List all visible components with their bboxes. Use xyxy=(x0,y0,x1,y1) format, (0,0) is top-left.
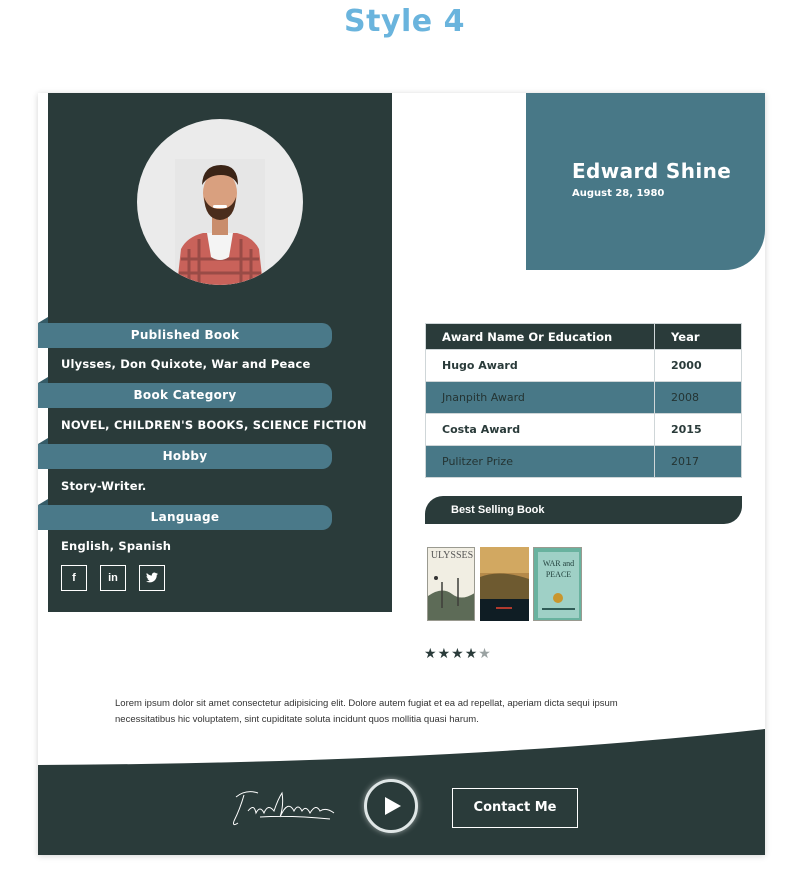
award-name: Hugo Award xyxy=(425,349,655,382)
signature xyxy=(233,791,335,826)
award-name: Costa Award xyxy=(425,413,655,446)
table-row: Pulitzer Prize 2017 xyxy=(425,445,742,478)
twitter-icon xyxy=(146,572,158,586)
name-header: Edward Shine August 28, 1980 xyxy=(526,93,765,270)
left-panel: Published Book Ulysses, Don Quixote, War… xyxy=(38,93,392,612)
page-title: Style 4 xyxy=(344,4,465,39)
twitter-button[interactable] xyxy=(139,565,165,591)
star-icon: ★ xyxy=(424,645,438,661)
linkedin-icon: in xyxy=(108,572,118,584)
book-title-war-and-peace: WAR and PEACE xyxy=(542,559,575,579)
contact-me-button[interactable]: Contact Me xyxy=(452,788,578,828)
avatar xyxy=(137,119,303,285)
profile-card: Published Book Ulysses, Don Quixote, War… xyxy=(38,93,765,855)
column-header-award: Award Name Or Education xyxy=(425,323,655,350)
person-name: Edward Shine xyxy=(572,159,732,183)
award-name: Jnanpith Award xyxy=(425,381,655,414)
table-row: Jnanpith Award 2008 xyxy=(425,381,742,414)
star-rating: ★★★★★ xyxy=(424,645,492,662)
book-cover-don-quixote[interactable] xyxy=(480,547,529,621)
table-row: Hugo Award 2000 xyxy=(425,349,742,382)
facebook-icon: f xyxy=(72,572,76,584)
award-name: Pulitzer Prize xyxy=(425,445,655,478)
section-value-hobby: Story-Writer. xyxy=(61,479,147,493)
avatar-photo xyxy=(175,159,265,285)
award-year: 2015 xyxy=(654,413,742,446)
section-value-book-category: NOVEL, CHILDREN'S BOOKS, SCIENCE FICTION xyxy=(61,418,367,432)
section-value-published-book: Ulysses, Don Quixote, War and Peace xyxy=(61,357,311,371)
section-value-language: English, Spanish xyxy=(61,539,172,553)
person-dob: August 28, 1980 xyxy=(572,188,665,199)
play-button[interactable] xyxy=(364,779,418,833)
award-year: 2000 xyxy=(654,349,742,382)
awards-table: Award Name Or Education Year Hugo Award … xyxy=(425,323,742,478)
award-year: 2008 xyxy=(654,381,742,414)
section-tab-book-category: Book Category xyxy=(38,377,332,408)
column-header-year: Year xyxy=(654,323,742,350)
play-icon xyxy=(385,797,401,815)
star-icon: ★ xyxy=(451,645,465,661)
book-cover-war-and-peace[interactable]: WAR and PEACE xyxy=(533,547,582,621)
star-icon: ★ xyxy=(437,645,452,661)
awards-header-row: Award Name Or Education Year xyxy=(425,323,742,350)
linkedin-button[interactable]: in xyxy=(100,565,126,591)
award-year: 2017 xyxy=(654,445,742,478)
section-tab-hobby: Hobby xyxy=(38,438,332,469)
section-tab-published-book: Published Book xyxy=(38,317,332,348)
star-icon: ★ xyxy=(478,645,492,661)
facebook-button[interactable]: f xyxy=(61,565,87,591)
book-title-ulysses: ULYSSES xyxy=(430,550,474,561)
table-row: Costa Award 2015 xyxy=(425,413,742,446)
star-icon: ★ xyxy=(464,645,479,661)
book-cover-ulysses[interactable]: ULYSSES xyxy=(427,547,475,621)
section-tab-language: Language xyxy=(38,499,332,530)
best-selling-heading: Best Selling Book xyxy=(425,496,742,524)
